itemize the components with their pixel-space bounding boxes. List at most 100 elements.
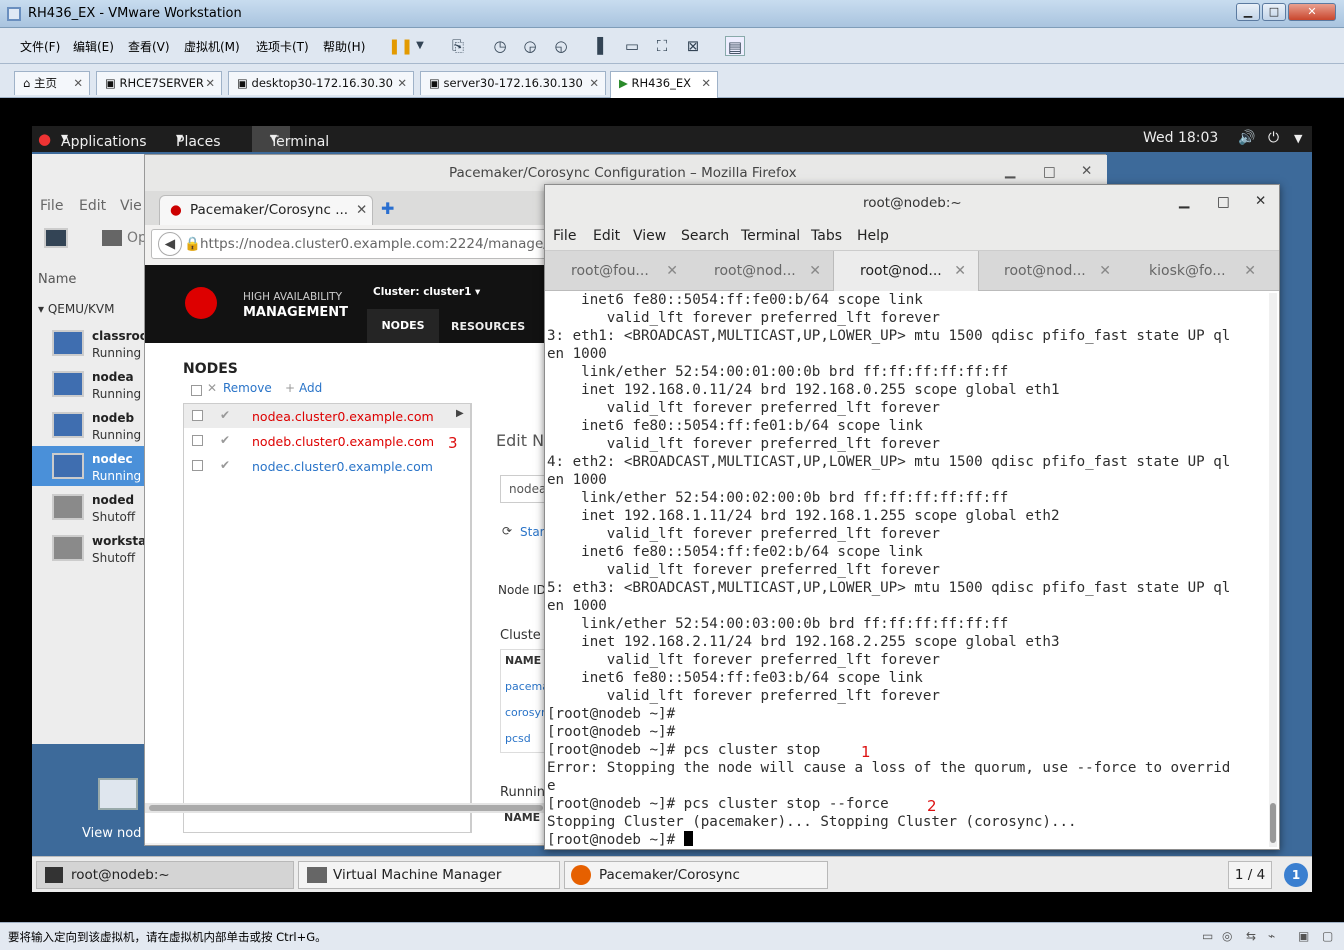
tab-server30[interactable]: ▣ server30-172.16.30.130 ✕ xyxy=(420,71,606,95)
remove-link[interactable]: Remove xyxy=(223,381,272,395)
taskbar-item-terminal[interactable]: root@nodeb:~ xyxy=(36,861,294,889)
menu-view[interactable]: View xyxy=(633,228,666,244)
browser-tab[interactable]: ● Pacemaker/Corosync ... ✕ xyxy=(159,195,373,225)
minimize-icon[interactable]: ▁ xyxy=(1179,193,1189,209)
close-icon[interactable]: ✕ xyxy=(1081,163,1092,179)
start-link[interactable]: Star xyxy=(520,525,545,539)
close-icon[interactable]: ✕ xyxy=(589,72,599,94)
sidebar-view-icon[interactable]: ▌ xyxy=(593,36,613,56)
close-icon[interactable]: ✕ xyxy=(356,196,367,224)
nav-nodes[interactable]: NODES xyxy=(367,309,439,343)
snapshot-manager-icon[interactable]: ◵ xyxy=(551,36,571,56)
menu-vm[interactable]: 虚拟机(M) xyxy=(184,38,240,55)
node-checkbox[interactable] xyxy=(192,435,203,446)
close-icon[interactable]: ✕ xyxy=(809,251,821,291)
power-icon[interactable]: ⏻ xyxy=(1268,130,1279,146)
close-icon[interactable]: ✕ xyxy=(1244,251,1256,291)
terminal-scrollbar[interactable] xyxy=(1269,293,1277,847)
minimize-icon[interactable]: ▁ xyxy=(1005,163,1015,179)
terminal-tab[interactable]: root@nod... ✕ xyxy=(978,251,1123,291)
menu-file[interactable]: File xyxy=(553,228,576,244)
vm-name[interactable]: noded xyxy=(92,493,134,507)
console-view-icon[interactable]: ▭ xyxy=(622,36,642,56)
volume-icon[interactable]: 🔊 xyxy=(1238,130,1255,146)
add-icon[interactable]: + xyxy=(285,381,295,395)
unity-icon[interactable]: ⊠ xyxy=(683,36,703,56)
minimize-button[interactable]: ▁ xyxy=(1236,3,1260,21)
workspace-indicator[interactable]: 1 / 4 xyxy=(1228,861,1272,889)
clock[interactable]: Wed 18:03 xyxy=(1143,130,1218,146)
close-icon[interactable]: ✕ xyxy=(397,72,407,94)
node-checkbox[interactable] xyxy=(192,410,203,421)
nav-resources[interactable]: RESOURCES xyxy=(451,320,525,333)
menu-terminal[interactable]: Terminal xyxy=(741,228,800,244)
vm-name[interactable]: nodea xyxy=(92,370,134,384)
new-vm-icon[interactable] xyxy=(44,228,68,248)
close-icon[interactable]: ✕ xyxy=(666,251,678,291)
send-keys-icon[interactable]: ⎘ xyxy=(448,36,468,56)
sound-icon[interactable]: ▣ xyxy=(1298,929,1309,943)
network-icon[interactable]: ⇆ xyxy=(1246,929,1256,943)
menu-tabs[interactable]: Tabs xyxy=(811,228,842,244)
tab-rh436-ex[interactable]: ▶ RH436_EX ✕ xyxy=(610,71,718,98)
dropdown-arrow-icon[interactable]: ▼ xyxy=(410,36,430,56)
service-link[interactable]: pacema xyxy=(505,680,549,693)
close-icon[interactable]: ✕ xyxy=(205,72,215,94)
cdrom-icon[interactable]: ◎ xyxy=(1222,929,1232,943)
node-name[interactable]: nodeb.cluster0.example.com xyxy=(252,434,434,449)
vm-name[interactable]: nodeb xyxy=(92,411,134,425)
hdd-icon[interactable]: ▭ xyxy=(1202,929,1213,943)
close-button[interactable]: ✕ xyxy=(1288,3,1336,21)
close-icon[interactable]: ✕ xyxy=(1255,193,1266,209)
menu-search[interactable]: Search xyxy=(681,228,729,244)
cluster-selector[interactable]: Cluster: cluster1 ▾ xyxy=(373,286,480,298)
node-name[interactable]: nodec.cluster0.example.com xyxy=(252,459,433,474)
connection-group[interactable]: ▾ QEMU/KVM xyxy=(38,302,114,316)
computer-icon[interactable] xyxy=(98,778,138,810)
maximize-icon[interactable]: □ xyxy=(1043,164,1056,180)
menu-edit[interactable]: Edit xyxy=(593,228,620,244)
desktop-icon-label[interactable]: View nod xyxy=(82,826,141,841)
revert-snapshot-icon[interactable]: ◶ xyxy=(520,36,540,56)
terminal-tab-active[interactable]: root@nod... ✕ xyxy=(833,251,979,291)
new-tab-icon[interactable]: ✚ xyxy=(381,199,394,218)
remove-icon[interactable]: ✕ xyxy=(207,381,217,395)
vm-name[interactable]: classroo xyxy=(92,329,148,343)
info-icon[interactable]: 1 xyxy=(1284,863,1308,887)
places-menu[interactable]: Places ▾ xyxy=(176,130,221,150)
menu-tabs[interactable]: 选项卡(T) xyxy=(256,38,309,55)
add-link[interactable]: Add xyxy=(299,381,322,395)
terminal-tab[interactable]: root@fou... ✕ xyxy=(545,251,690,291)
tab-desktop30[interactable]: ▣ desktop30-172.16.30.30 ✕ xyxy=(228,71,414,95)
pause-icon[interactable]: ❚❚ xyxy=(388,36,413,56)
taskbar-item-firefox[interactable]: Pacemaker/Corosync Configuratio... xyxy=(564,861,828,889)
node-name[interactable]: nodea.cluster0.example.com xyxy=(252,409,434,424)
tab-rhce7server[interactable]: ▣ RHCE7SERVER ✕ xyxy=(96,71,222,95)
terminal-menu[interactable]: Terminal ▾ xyxy=(270,130,329,150)
virt-menu-edit[interactable]: Edit xyxy=(79,198,106,214)
terminal-tab[interactable]: root@nod... ✕ xyxy=(688,251,833,291)
close-icon[interactable]: ✕ xyxy=(73,72,83,94)
applications-menu[interactable]: Applications ▾ xyxy=(61,130,147,150)
taskbar-item-virt-manager[interactable]: Virtual Machine Manager xyxy=(298,861,560,889)
close-icon[interactable]: ✕ xyxy=(701,72,711,94)
select-all-checkbox[interactable] xyxy=(191,385,202,396)
close-icon[interactable]: ✕ xyxy=(954,251,966,291)
service-link[interactable]: pcsd xyxy=(505,732,531,745)
vm-name[interactable]: nodec xyxy=(92,452,133,466)
service-link[interactable]: corosyn xyxy=(505,706,548,719)
maximize-button[interactable]: □ xyxy=(1262,3,1286,21)
terminal-output[interactable]: inet6 fe80::5054:ff:fe00:b/64 scope link… xyxy=(545,291,1267,851)
name-column-header[interactable]: Name xyxy=(38,272,76,287)
menu-view[interactable]: 查看(V) xyxy=(128,38,170,55)
menu-file[interactable]: 文件(F) xyxy=(20,38,60,55)
snapshot-icon[interactable]: ◷ xyxy=(490,36,510,56)
fullscreen-icon[interactable]: ⛶ xyxy=(652,36,672,56)
close-icon[interactable]: ✕ xyxy=(1099,251,1111,291)
virt-menu-view[interactable]: Vie xyxy=(120,198,142,214)
menu-help[interactable]: 帮助(H) xyxy=(323,38,365,55)
menu-help[interactable]: Help xyxy=(857,228,889,244)
terminal-tab[interactable]: kiosk@fo... ✕ xyxy=(1123,251,1268,291)
virt-menu-file[interactable]: File xyxy=(40,198,63,214)
thumbnail-view-icon[interactable]: ▤ xyxy=(725,36,745,56)
